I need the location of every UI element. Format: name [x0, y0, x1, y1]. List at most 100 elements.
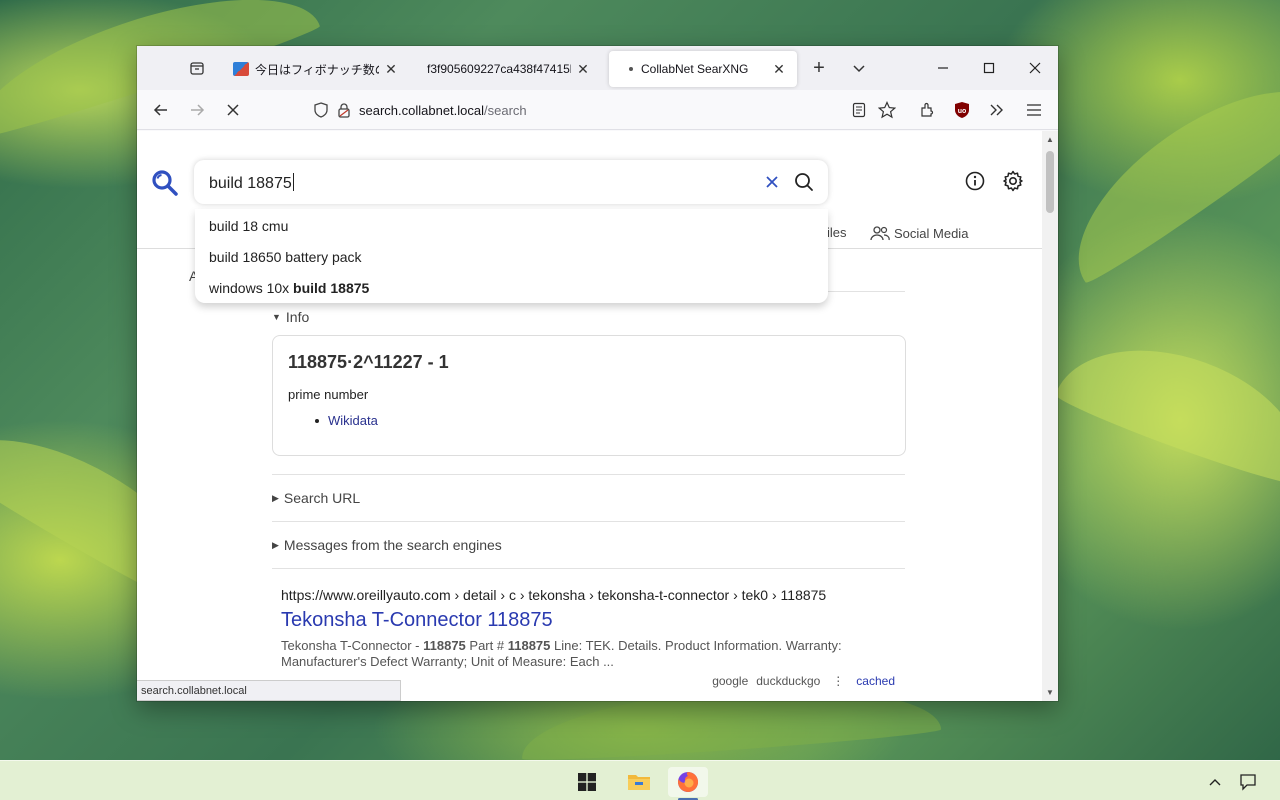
- close-window-icon[interactable]: [1023, 56, 1047, 80]
- app-menu-hamburger-icon[interactable]: [1022, 98, 1046, 122]
- suggestion-text: build 18 cmu: [209, 218, 289, 234]
- windows-start-icon[interactable]: [567, 767, 607, 797]
- tab-bar: 今日はフィボナッチ数の ✕ f3f905609227ca438f47415bf9…: [137, 46, 1058, 90]
- engine-google: google: [712, 674, 749, 688]
- suggestion-text: build 18650 battery pack: [209, 249, 362, 265]
- info-icon[interactable]: [963, 169, 987, 193]
- reader-view-icon[interactable]: [847, 98, 871, 122]
- engine-messages-toggle[interactable]: ▶ Messages from the search engines: [272, 537, 502, 553]
- people-icon: [870, 225, 890, 241]
- expanded-triangle-icon: ▼: [272, 312, 281, 322]
- loading-dot-icon: [629, 67, 633, 71]
- tab-close-icon[interactable]: ✕: [771, 61, 787, 77]
- infobox-title: 118875·2^11227 - 1: [288, 352, 449, 372]
- suggestion-match: build 18875: [293, 280, 370, 296]
- infobox: 118875·2^11227 - 1 prime number Wikidata: [272, 335, 906, 456]
- file-explorer-icon[interactable]: [619, 767, 659, 797]
- url-bar[interactable]: search.collabnet.local/search: [309, 94, 903, 126]
- autocomplete-item[interactable]: windows 10x build 18875: [209, 280, 369, 296]
- ublock-origin-icon[interactable]: uo: [950, 98, 974, 122]
- back-icon[interactable]: [149, 98, 173, 122]
- search-result: https://www.oreillyauto.com › detail › c…: [281, 587, 901, 688]
- category-label: Social Media: [894, 225, 969, 241]
- wallpaper-leaf: [1052, 318, 1280, 492]
- svg-text:uo: uo: [958, 108, 967, 115]
- wallpaper-leaf: [1044, 51, 1280, 289]
- maximize-icon[interactable]: [977, 56, 1001, 80]
- bullet: [315, 418, 319, 423]
- stop-loading-icon[interactable]: [221, 98, 245, 122]
- autocomplete-item[interactable]: build 18 cmu: [209, 218, 288, 234]
- extensions-icon[interactable]: [915, 98, 939, 122]
- autocomplete-item[interactable]: build 18650 battery pack: [209, 249, 362, 265]
- tracking-protection-shield-icon[interactable]: [313, 102, 329, 118]
- scrollbar-thumb[interactable]: [1046, 151, 1054, 213]
- tab-title: 今日はフィボナッチ数の: [255, 62, 379, 77]
- url-text: search.collabnet.local/search: [359, 103, 527, 118]
- result-title-link[interactable]: Tekonsha T-Connector 118875: [281, 609, 901, 632]
- settings-gear-icon[interactable]: [1001, 169, 1025, 193]
- tab-fibonacci[interactable]: 今日はフィボナッチ数の ✕: [223, 51, 409, 87]
- snippet-highlight: 118875: [507, 638, 551, 653]
- tab-searxng[interactable]: CollabNet SearXNG ✕: [609, 51, 797, 87]
- page-content: build 18875 Files Social Media A build 1…: [137, 131, 1042, 701]
- infobox-description: prime number: [288, 387, 369, 402]
- snippet-highlight: 118875: [423, 638, 466, 653]
- divider: [272, 521, 905, 522]
- forward-icon[interactable]: [185, 98, 209, 122]
- notifications-icon[interactable]: [1228, 767, 1268, 797]
- vertical-dots-icon: ⋮: [832, 674, 845, 688]
- result-snippet: Tekonsha T-Connector - 118875 Part # 118…: [281, 638, 901, 670]
- search-box[interactable]: build 18875: [194, 160, 828, 204]
- divider: [272, 474, 905, 475]
- url-path: /search: [484, 102, 527, 118]
- info-toggle-label: Info: [285, 309, 310, 325]
- bookmark-star-icon[interactable]: [875, 98, 899, 122]
- clear-search-icon[interactable]: [760, 170, 784, 194]
- wikidata-link[interactable]: Wikidata: [315, 413, 378, 428]
- scroll-down-arrow-icon[interactable]: ▼: [1046, 688, 1054, 697]
- site-info-lock-icon[interactable]: [337, 102, 351, 118]
- navigation-bar: search.collabnet.local/search uo: [137, 90, 1058, 130]
- suggestion-text: windows 10x: [209, 280, 294, 296]
- search-query: build 18875: [209, 175, 292, 192]
- divider: [272, 568, 905, 569]
- browser-window: 今日はフィボナッチ数の ✕ f3f905609227ca438f47415bf9…: [137, 46, 1058, 701]
- collapsed-triangle-icon: ▶: [272, 539, 279, 550]
- info-toggle[interactable]: ▼ Info: [272, 309, 309, 325]
- tab-favicon-icon: [233, 62, 249, 76]
- scroll-up-arrow-icon[interactable]: ▲: [1046, 135, 1054, 144]
- link-label: Wikidata: [328, 413, 378, 428]
- list-all-tabs-icon[interactable]: [847, 56, 871, 80]
- section-label: Search URL: [283, 490, 361, 506]
- text-caret: [292, 173, 294, 191]
- snippet-text: Part #: [465, 638, 508, 653]
- more-tools-chevron-icon[interactable]: [985, 98, 1009, 122]
- search-submit-icon[interactable]: [792, 170, 816, 194]
- engine-duckduckgo: duckduckgo: [756, 674, 821, 688]
- minimize-icon[interactable]: [931, 56, 955, 80]
- tab-title: f3f905609227ca438f47415bf9e: [427, 62, 571, 76]
- search-url-toggle[interactable]: ▶ Search URL: [272, 490, 360, 506]
- collapsed-triangle-icon: ▶: [272, 492, 279, 503]
- autocomplete-dropdown: build 18 cmu build 18650 battery pack wi…: [195, 209, 828, 303]
- new-tab-icon[interactable]: +: [807, 56, 831, 80]
- search-input[interactable]: build 18875: [209, 173, 294, 193]
- tab-overview-icon[interactable]: [185, 56, 209, 80]
- result-engines: google duckduckgo ⋮ cached: [712, 674, 895, 688]
- result-url[interactable]: https://www.oreillyauto.com › detail › c…: [281, 587, 901, 603]
- section-label: Messages from the search engines: [283, 537, 502, 553]
- snippet-text: Tekonsha T-Connector -: [281, 638, 424, 653]
- cached-link[interactable]: cached: [856, 674, 895, 688]
- tab-close-icon[interactable]: ✕: [575, 61, 591, 77]
- page-scrollbar[interactable]: ▲ ▼: [1042, 131, 1058, 701]
- tab-title: CollabNet SearXNG: [641, 62, 749, 76]
- tab-social-media[interactable]: Social Media: [870, 225, 968, 241]
- searxng-logo-icon[interactable]: [151, 169, 179, 197]
- url-host: search.collabnet.local: [359, 102, 485, 118]
- taskbar: [0, 760, 1280, 800]
- tab-hash[interactable]: f3f905609227ca438f47415bf9e ✕: [417, 51, 601, 87]
- tab-close-icon[interactable]: ✕: [383, 61, 399, 77]
- firefox-taskbar-icon[interactable]: [668, 767, 708, 800]
- status-url-tooltip: search.collabnet.local: [137, 680, 401, 701]
